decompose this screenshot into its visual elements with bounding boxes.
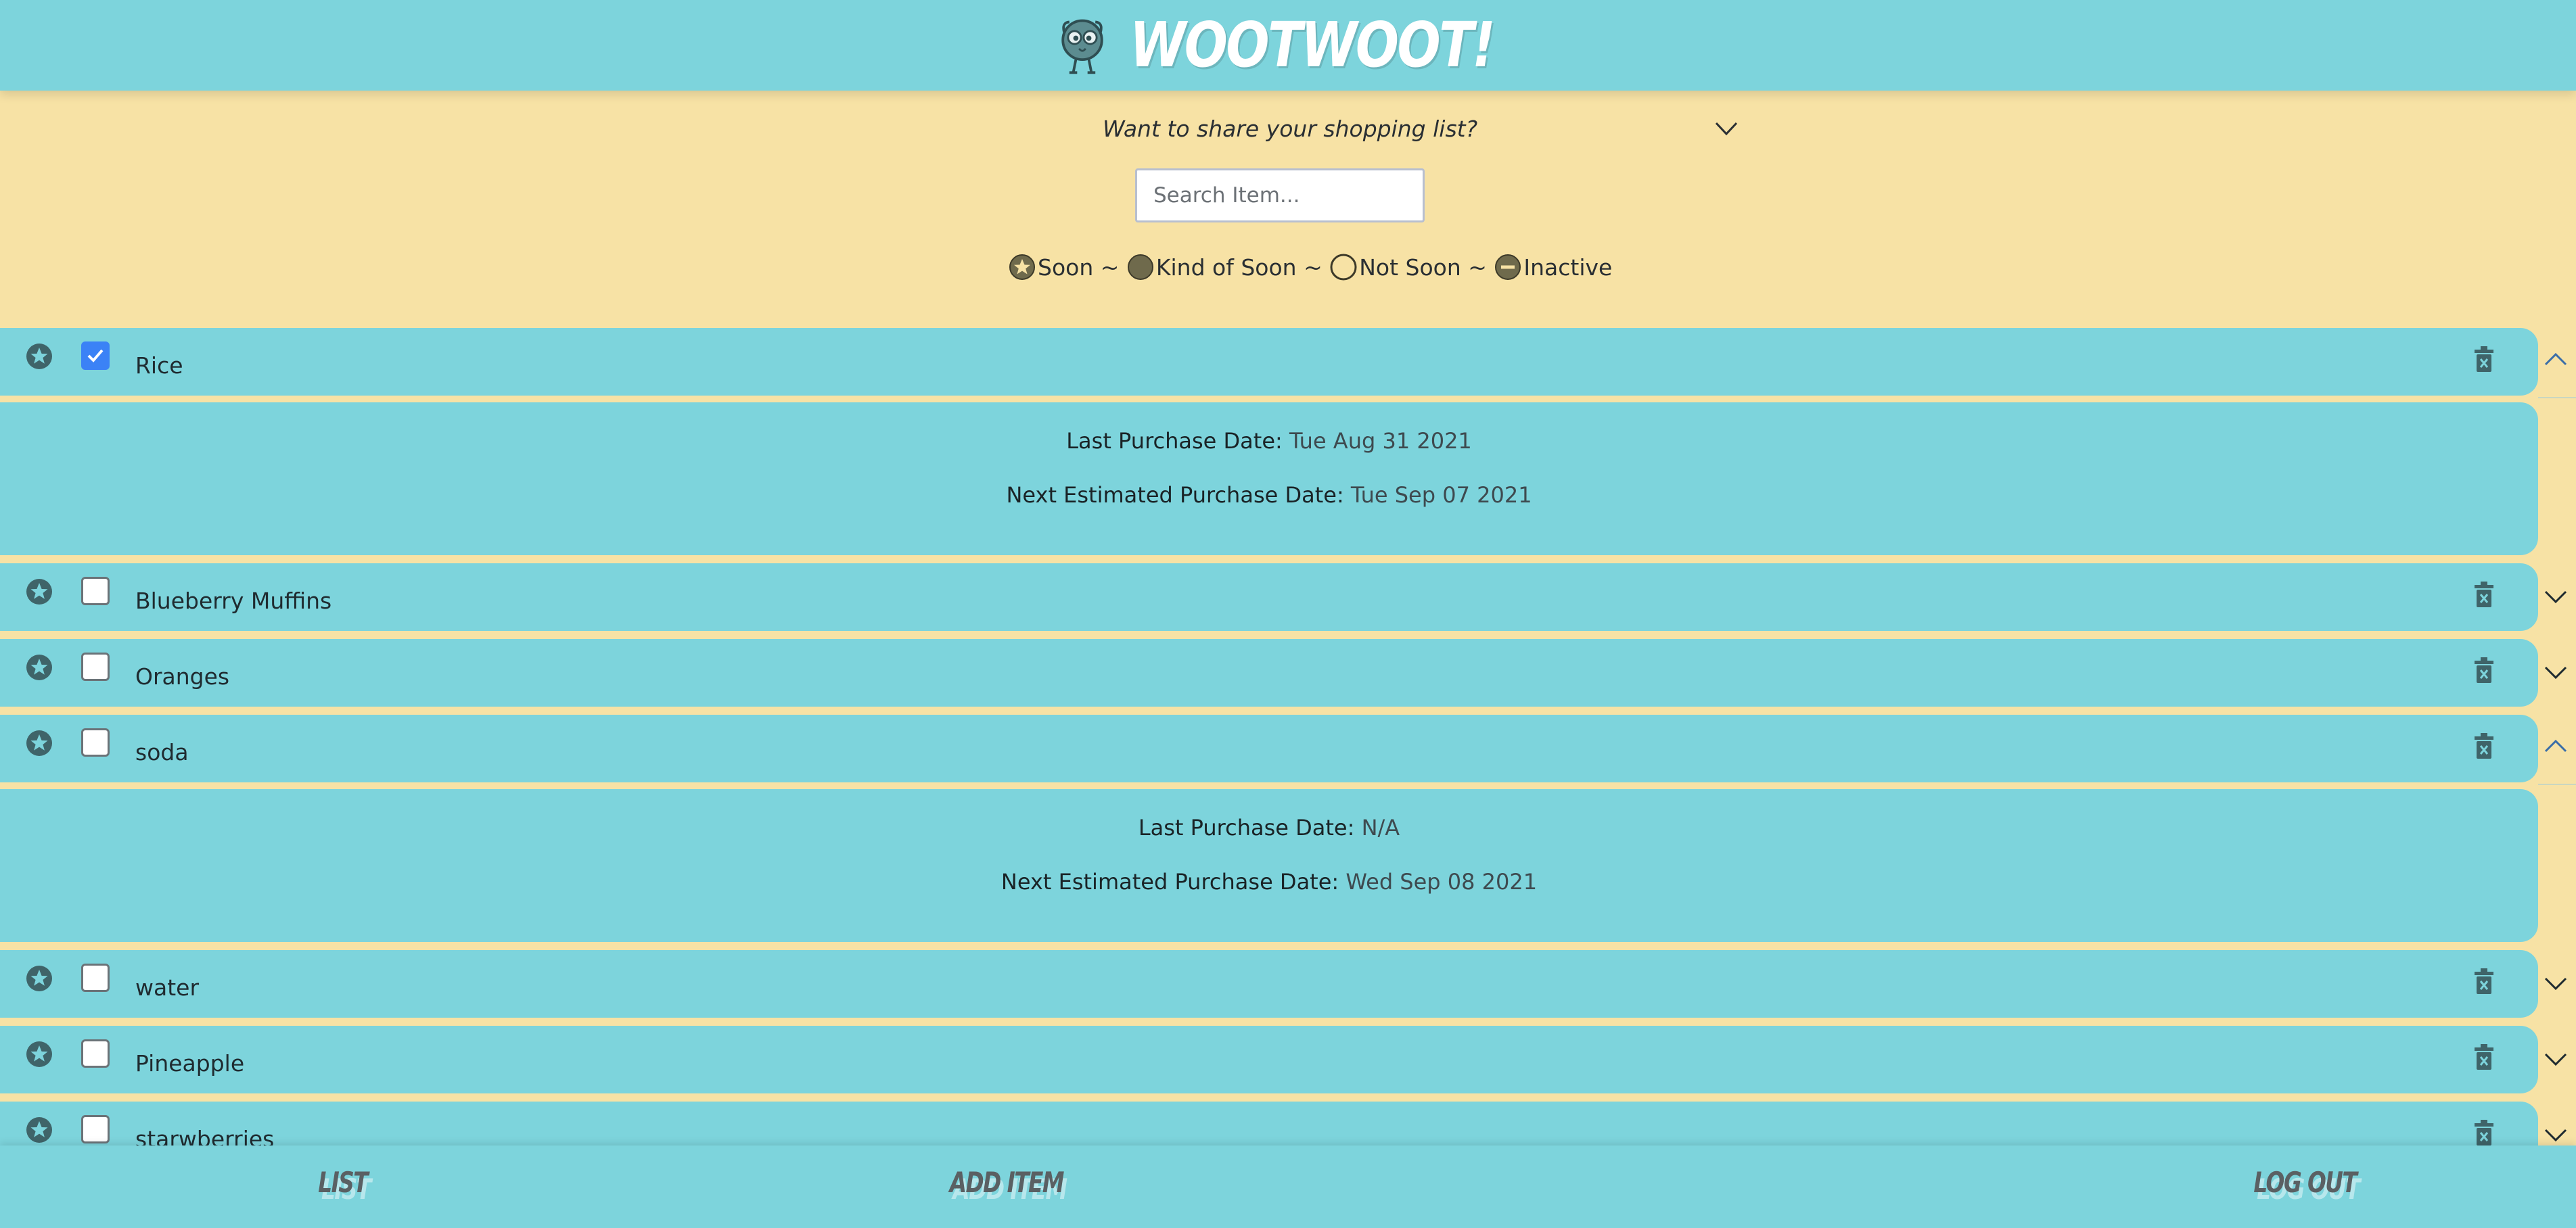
star-circle-icon[interactable] <box>24 341 54 371</box>
list-item[interactable]: Oranges <box>0 639 2538 707</box>
list-item[interactable]: Rice <box>0 328 2538 396</box>
filled-circle-icon <box>1127 254 1153 280</box>
item-name: Blueberry Muffins <box>135 588 332 614</box>
chevron-down-icon[interactable] <box>2542 585 2569 608</box>
star-circle-icon <box>1009 254 1035 280</box>
purchased-checkbox[interactable] <box>81 728 110 757</box>
minus-circle-icon <box>1495 254 1521 280</box>
star-circle-icon[interactable] <box>24 577 54 607</box>
purchased-checkbox[interactable] <box>81 653 110 681</box>
delete-icon[interactable] <box>2470 731 2498 761</box>
delete-icon[interactable] <box>2470 1042 2498 1072</box>
next-purchase-value: Wed Sep 08 2021 <box>1346 869 1538 895</box>
item-name: soda <box>135 739 189 765</box>
purchased-checkbox[interactable] <box>81 964 110 992</box>
star-circle-icon[interactable] <box>24 964 54 993</box>
chevron-down-icon[interactable] <box>1713 116 1740 141</box>
purchased-checkbox[interactable] <box>81 341 110 370</box>
last-purchase-line: Last Purchase Date: N/A <box>0 815 2538 841</box>
purchased-checkbox[interactable] <box>81 577 110 605</box>
share-prompt: Want to share your shopping list? <box>1103 115 1478 142</box>
app-title: WOOTWOOT! <box>1129 9 1496 81</box>
last-purchase-value: N/A <box>1361 815 1400 841</box>
last-purchase-label: Last Purchase Date: <box>1066 428 1283 454</box>
delete-icon[interactable] <box>2470 580 2498 609</box>
star-circle-icon[interactable] <box>24 1115 54 1145</box>
item-details: Last Purchase Date: Tue Aug 31 2021 Next… <box>0 402 2538 555</box>
urgency-legend: Soon ~ Kind of Soon ~ Not Soon ~ Inactiv… <box>1008 250 1612 284</box>
row-divider <box>2538 397 2576 398</box>
chevron-down-icon[interactable] <box>2542 661 2569 684</box>
share-list-toggle[interactable]: Want to share your shopping list? <box>1103 114 1745 143</box>
nav-log-out[interactable]: LOG OUT <box>2253 1166 2357 1199</box>
next-purchase-label: Next Estimated Purchase Date: <box>1006 482 1344 508</box>
nav-add-item[interactable]: ADD ITEM <box>950 1166 1065 1199</box>
next-purchase-line: Next Estimated Purchase Date: Tue Sep 07… <box>0 482 2538 508</box>
last-purchase-value: Tue Aug 31 2021 <box>1289 428 1472 454</box>
chevron-down-icon[interactable] <box>2542 1123 2569 1146</box>
logo[interactable]: WOOTWOOT! <box>1050 13 1573 78</box>
nav-list[interactable]: LIST <box>318 1166 368 1199</box>
delete-icon[interactable] <box>2470 655 2498 685</box>
app-header: WOOTWOOT! <box>0 0 2576 91</box>
next-purchase-value: Tue Sep 07 2021 <box>1350 482 1532 508</box>
app-page: WOOTWOOT! Want to share your shopping li… <box>0 0 2576 1228</box>
row-divider <box>2538 784 2576 785</box>
star-circle-icon[interactable] <box>24 728 54 758</box>
list-item[interactable]: Pineapple <box>0 1026 2538 1093</box>
purchased-checkbox[interactable] <box>81 1039 110 1068</box>
search-input[interactable] <box>1135 168 1425 222</box>
next-purchase-line: Next Estimated Purchase Date: Wed Sep 08… <box>0 869 2538 895</box>
chevron-up-icon[interactable] <box>2542 735 2569 758</box>
star-circle-icon[interactable] <box>24 653 54 682</box>
chevron-down-icon[interactable] <box>2542 972 2569 995</box>
item-details: Last Purchase Date: N/A Next Estimated P… <box>0 789 2538 942</box>
item-name: Pineapple <box>135 1050 245 1077</box>
chevron-down-icon[interactable] <box>2542 1047 2569 1070</box>
delete-icon[interactable] <box>2470 966 2498 996</box>
legend-label: Soon ~ <box>1038 254 1126 281</box>
legend-inactive: Inactive <box>1494 253 1612 281</box>
legend-label: Inactive <box>1523 254 1613 281</box>
list-item[interactable]: water <box>0 950 2538 1018</box>
legend-kind-of-soon: Kind of Soon ~ <box>1126 253 1329 281</box>
owl-logo-icon <box>1061 19 1103 74</box>
legend-label: Not Soon ~ <box>1359 254 1494 281</box>
legend-not-soon: Not Soon ~ <box>1329 253 1494 281</box>
list-item[interactable]: Blueberry Muffins <box>0 563 2538 631</box>
purchased-checkbox[interactable] <box>81 1115 110 1143</box>
chevron-up-icon[interactable] <box>2542 348 2569 371</box>
delete-icon[interactable] <box>2470 344 2498 374</box>
last-purchase-label: Last Purchase Date: <box>1138 815 1355 841</box>
last-purchase-line: Last Purchase Date: Tue Aug 31 2021 <box>0 428 2538 454</box>
empty-circle-icon <box>1330 254 1357 281</box>
next-purchase-label: Next Estimated Purchase Date: <box>1001 869 1339 895</box>
legend-soon: Soon ~ <box>1008 253 1126 281</box>
star-circle-icon[interactable] <box>24 1039 54 1069</box>
delete-icon[interactable] <box>2470 1118 2498 1148</box>
item-name: Oranges <box>135 663 230 690</box>
list-item[interactable]: soda <box>0 715 2538 782</box>
item-name: water <box>135 974 200 1001</box>
item-name: Rice <box>135 352 183 379</box>
legend-label: Kind of Soon ~ <box>1155 254 1330 281</box>
bottom-nav: LIST ADD ITEM LOG OUT <box>0 1146 2576 1228</box>
